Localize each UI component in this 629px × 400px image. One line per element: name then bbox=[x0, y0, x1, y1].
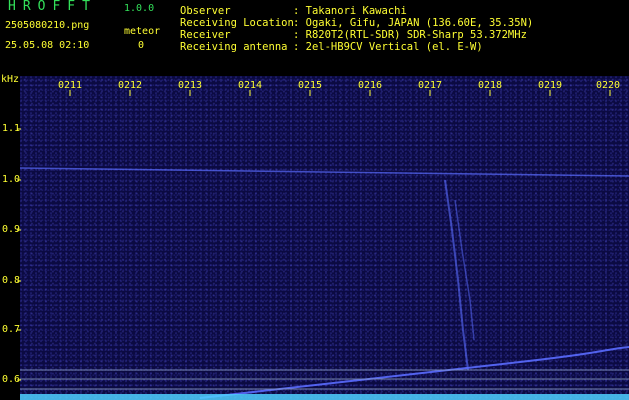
y-tick-0-7: 0.7 bbox=[2, 324, 21, 335]
x-tick-0219: 0219 bbox=[538, 80, 563, 91]
x-tick-0211: 0211 bbox=[58, 80, 83, 91]
x-tick-0215: 0215 bbox=[298, 80, 323, 91]
x-tick-0218: 0218 bbox=[478, 80, 503, 91]
y-tick-1-0: 1.0 bbox=[2, 174, 21, 185]
spectrogram-overlay bbox=[17, 90, 629, 400]
y-tick-0-9: 0.9 bbox=[2, 224, 21, 235]
y-axis-unit: kHz bbox=[1, 74, 20, 85]
drift-trace bbox=[199, 346, 629, 399]
axis-markers bbox=[17, 90, 629, 390]
x-tick-0213: 0213 bbox=[178, 80, 203, 91]
signal-traces bbox=[19, 167, 629, 400]
x-tick-0220: 0220 bbox=[596, 80, 621, 91]
y-tick-1-1: 1.1 bbox=[2, 123, 21, 134]
x-tick-0217: 0217 bbox=[418, 80, 443, 91]
bottom-band bbox=[20, 394, 629, 400]
y-tick-0-6: 0.6 bbox=[2, 374, 21, 385]
carrier-line bbox=[19, 167, 629, 177]
x-tick-0212: 0212 bbox=[118, 80, 143, 91]
y-tick-0-8: 0.8 bbox=[2, 275, 21, 286]
x-tick-0216: 0216 bbox=[358, 80, 383, 91]
streak-2 bbox=[454, 199, 475, 341]
x-tick-0214: 0214 bbox=[238, 80, 263, 91]
